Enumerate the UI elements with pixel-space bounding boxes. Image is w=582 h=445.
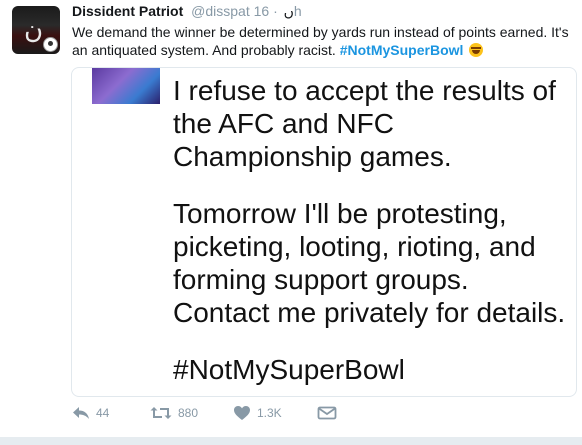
reply-icon [73,407,89,419]
reply-button[interactable]: 44 [72,405,109,421]
media-text-line: the AFC and NFC [173,108,394,139]
media-hashtag-line: #NotMySuperBowl [173,354,405,385]
tweet-header: Dissident Patriot @disspat ں · 16h [72,3,302,20]
name-glyph: ں [283,4,294,20]
media-text-line: Tomorrow I'll be protesting, [173,198,507,229]
hashtag-link[interactable]: #NotMySuperBowl [340,42,464,58]
like-count: 1.3K [257,406,282,420]
retweet-button[interactable]: 880 [150,405,198,421]
envelope-icon [317,406,337,420]
media-text-line: Contact me privately for details. [173,297,566,328]
media-text-line: forming support groups. [173,264,469,295]
media-thumbnail [92,68,160,104]
tweet-card[interactable]: ن Dissident Patriot @disspat ں · 16h We … [0,0,582,437]
timeline-divider [0,437,582,445]
media-text-line: picketing, looting, rioting, and [173,231,536,262]
separator-dot: · [273,3,278,19]
avatar-badge-icon [43,37,58,52]
tweet-text: We demand the winner be determined by ya… [72,23,572,59]
media-text-line: I refuse to accept the results of [173,75,556,106]
media-image[interactable]: I refuse to accept the results of the AF… [71,67,577,397]
face-with-tears-of-joy-icon [469,43,484,57]
heart-icon [234,406,250,420]
author-handle[interactable]: @disspat [191,3,250,19]
reply-count: 44 [96,406,110,420]
direct-message-button[interactable] [317,405,337,421]
retweet-icon [150,407,172,419]
retweet-count: 880 [178,406,199,420]
media-text-line: Championship games. [173,141,452,172]
avatar-glyph: ن [24,15,44,45]
avatar[interactable]: ن [12,6,60,54]
author-name[interactable]: Dissident Patriot [72,3,183,19]
tweet-text-plain: We demand the winner be determined by ya… [72,24,569,58]
like-button[interactable]: 1.3K [233,405,282,421]
tweet-timestamp[interactable]: 16h [254,3,302,19]
